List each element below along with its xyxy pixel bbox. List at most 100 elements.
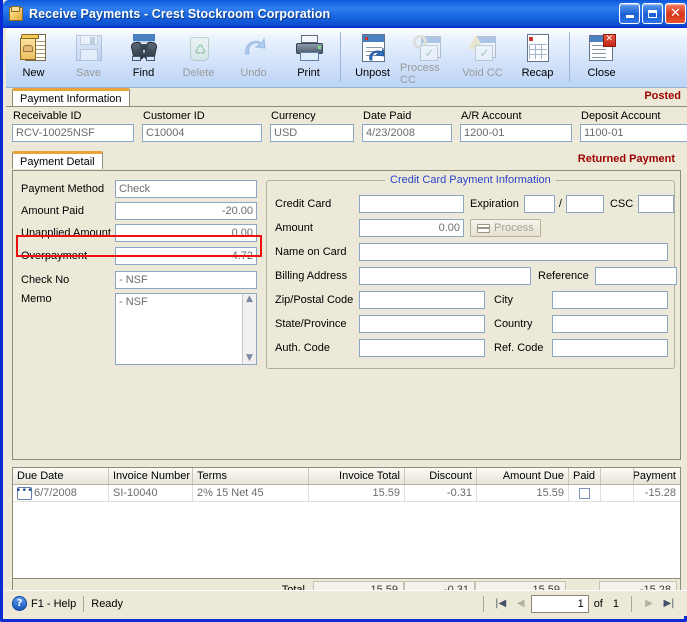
toolbar-button-undo[interactable]: Undo <box>226 28 281 86</box>
column-header-amount-due[interactable]: Amount Due <box>477 468 569 484</box>
customer-id-input[interactable] <box>142 124 262 142</box>
ref-code-input[interactable] <box>552 339 668 357</box>
column-header-spacer[interactable] <box>601 468 634 484</box>
country-input[interactable] <box>552 315 668 333</box>
memo-scrollbar[interactable]: ▲ ▼ <box>242 294 256 364</box>
payment-method-input[interactable]: Check <box>115 180 257 198</box>
expiration-month-input[interactable] <box>523 195 555 213</box>
cell-spacer[interactable] <box>601 485 634 501</box>
check-no-input[interactable]: - NSF <box>115 271 257 289</box>
toolbar-button-unpost[interactable]: Unpost <box>345 28 400 86</box>
deposit-account-input[interactable] <box>580 124 687 142</box>
close-button[interactable]: ✕ <box>665 3 686 24</box>
ar-account-input[interactable] <box>460 124 572 142</box>
csc-input[interactable] <box>638 195 675 213</box>
name-on-card-input[interactable] <box>359 243 668 261</box>
form-body: Payment Information Posted Receivable ID… <box>6 88 687 601</box>
maximize-button[interactable] <box>642 3 663 24</box>
city-input[interactable] <box>552 291 668 309</box>
toolbar: New Save Find ♺ Delete Undo Print Unpost… <box>6 28 687 88</box>
field-label: Name on Card <box>275 246 347 258</box>
receivable-id-input[interactable] <box>12 124 134 142</box>
cell-invoice-total[interactable]: 15.59 <box>309 485 405 501</box>
status-bar: ? F1 - Help Ready |◀ ◀ 1 of 1 ▶ ▶| <box>6 590 687 616</box>
void-cc-icon <box>467 32 499 64</box>
field-currency: Currency <box>270 110 354 150</box>
toolbar-label: Find <box>132 67 155 79</box>
toolbar-button-void-cc[interactable]: Void CC <box>455 28 510 86</box>
date-paid-input[interactable] <box>362 124 452 142</box>
auth-code-input[interactable] <box>359 339 485 357</box>
cell-paid[interactable] <box>569 485 601 501</box>
printer-icon <box>293 32 325 64</box>
field-receivable-id: Receivable ID <box>12 110 134 150</box>
first-record-button[interactable]: |◀ <box>491 595 511 613</box>
reference-input[interactable] <box>594 267 677 285</box>
unapplied-amount-input[interactable]: 0.00 <box>115 224 257 242</box>
toolbar-button-print[interactable]: Print <box>281 28 336 86</box>
expiration-year-input[interactable] <box>565 195 604 213</box>
field-label: State/Province <box>275 318 347 330</box>
previous-record-button[interactable]: ◀ <box>511 595 531 613</box>
currency-input[interactable] <box>270 124 354 142</box>
toolbar-button-recap[interactable]: Recap <box>510 28 565 86</box>
invoice-grid[interactable]: Due Date Invoice Number Terms Invoice To… <box>12 467 681 579</box>
cell-due-date[interactable]: ••• 6/7/2008 <box>13 485 109 501</box>
column-header-terms[interactable]: Terms <box>193 468 309 484</box>
scroll-up-icon[interactable]: ▲ <box>246 295 253 304</box>
help-label[interactable]: F1 - Help <box>31 598 76 610</box>
minimize-button[interactable] <box>619 3 640 24</box>
state-province-input[interactable] <box>359 315 485 333</box>
toolbar-button-delete[interactable]: ♺ Delete <box>171 28 226 86</box>
help-icon[interactable]: ? <box>12 596 27 611</box>
toolbar-label: Process CC <box>400 62 440 86</box>
payment-detail-tabstrip: Payment Detail Returned Payment <box>12 151 681 170</box>
column-header-invoice-total[interactable]: Invoice Total <box>309 468 405 484</box>
grid-header-row: Due Date Invoice Number Terms Invoice To… <box>13 468 680 485</box>
field-ar-account: A/R Account <box>460 110 572 150</box>
cc-amount-input[interactable]: 0.00 <box>359 219 464 237</box>
toolbar-button-process-cc[interactable]: Process CC <box>400 28 455 86</box>
toolbar-button-save[interactable]: Save <box>61 28 116 86</box>
field-label: Unapplied Amount <box>21 227 111 239</box>
column-header-invoice-number[interactable]: Invoice Number <box>109 468 193 484</box>
column-header-discount[interactable]: Discount <box>405 468 477 484</box>
next-record-button[interactable]: ▶ <box>639 595 659 613</box>
column-header-due-date[interactable]: Due Date <box>13 468 109 484</box>
field-label: Deposit Account <box>581 110 661 122</box>
toolbar-label: Undo <box>240 67 267 79</box>
field-deposit-account: Deposit Account <box>580 110 687 150</box>
overpayment-input[interactable]: -4.72 <box>115 247 257 265</box>
column-header-paid[interactable]: Paid <box>569 468 601 484</box>
payment-detail-panel: Payment Method Check Amount Paid -20.00 … <box>12 170 681 460</box>
toolbar-button-close[interactable]: Close <box>574 28 629 86</box>
last-record-button[interactable]: ▶| <box>659 595 679 613</box>
cell-invoice-number[interactable]: SI-10040 <box>109 485 193 501</box>
cell-amount-due[interactable]: 15.59 <box>477 485 569 501</box>
date-picker-icon[interactable]: ••• <box>16 486 33 500</box>
page-number-input[interactable]: 1 <box>530 594 589 613</box>
scroll-down-icon[interactable]: ▼ <box>246 354 253 363</box>
column-header-payment[interactable]: Payment <box>634 468 680 484</box>
cell-payment[interactable]: -15.28 <box>634 485 680 501</box>
payment-information-fields: Receivable ID Customer ID Currency Date … <box>12 110 687 150</box>
toolbar-button-new[interactable]: New <box>6 28 61 86</box>
cell-discount[interactable]: -0.31 <box>405 485 477 501</box>
amount-paid-input[interactable]: -20.00 <box>115 202 257 220</box>
table-row[interactable]: ••• 6/7/2008 SI-10040 2% 15 Net 45 15.59… <box>13 485 680 502</box>
zip-postal-code-input[interactable] <box>359 291 485 309</box>
toolbar-button-find[interactable]: Find <box>116 28 171 86</box>
nav-of-label: of <box>593 597 603 610</box>
tab-payment-information[interactable]: Payment Information <box>12 88 130 106</box>
tab-payment-detail[interactable]: Payment Detail <box>12 151 103 169</box>
save-floppy-icon <box>73 32 105 64</box>
credit-card-input[interactable] <box>359 195 464 213</box>
status-separator <box>83 595 85 612</box>
billing-address-input[interactable] <box>359 267 531 285</box>
tab-label: Payment Information <box>20 92 122 105</box>
process-button[interactable]: Process <box>470 219 541 237</box>
cell-terms[interactable]: 2% 15 Net 45 <box>193 485 309 501</box>
paid-checkbox[interactable] <box>579 487 590 499</box>
field-customer-id: Customer ID <box>142 110 262 150</box>
memo-textarea[interactable]: - NSF <box>116 294 242 364</box>
